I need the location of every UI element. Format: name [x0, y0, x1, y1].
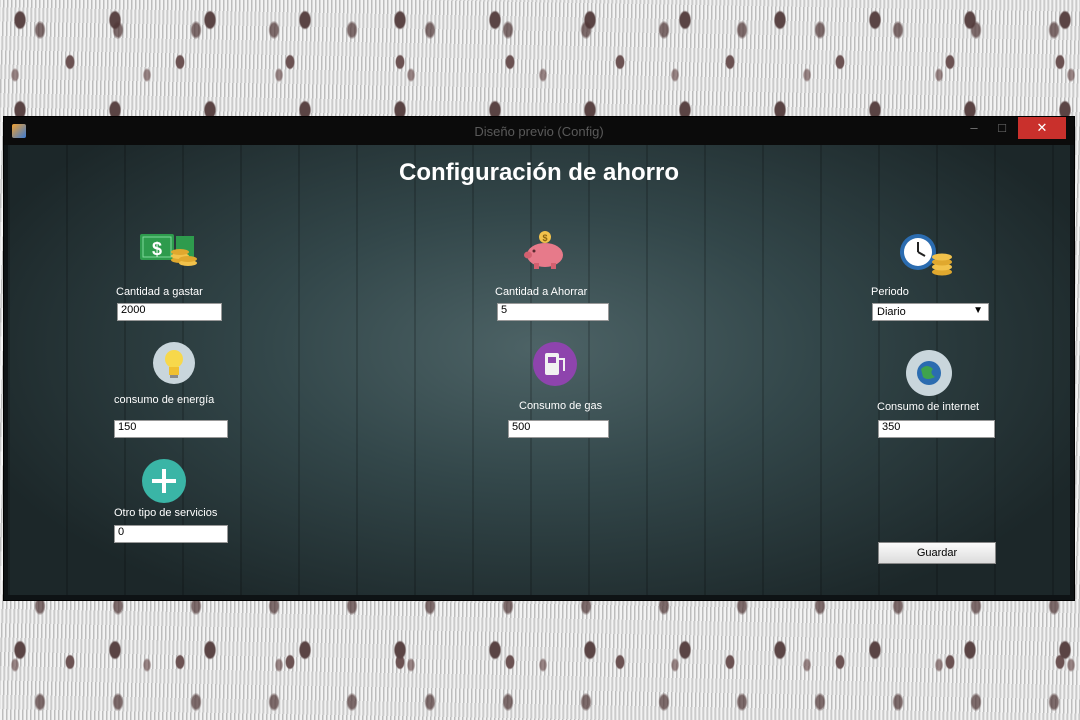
- minimize-button[interactable]: –: [960, 117, 988, 139]
- gas-input[interactable]: 500: [508, 420, 609, 438]
- ahorrar-label: Cantidad a Ahorrar: [495, 286, 588, 298]
- gas-label: Consumo de gas: [519, 400, 603, 412]
- gastar-input[interactable]: 2000: [117, 303, 222, 321]
- globe-icon: [906, 350, 952, 396]
- periodo-label: Periodo: [871, 286, 909, 298]
- lightbulb-icon: [153, 342, 195, 384]
- clock-coins-icon: [900, 234, 952, 276]
- otro-label: Otro tipo de servicios: [114, 507, 218, 519]
- energia-label: consumo de energía: [114, 394, 215, 406]
- close-button[interactable]: ✕: [1018, 117, 1066, 139]
- internet-input[interactable]: 350: [878, 420, 995, 438]
- app-window: Diseño previo (Config) – □ ✕ Configuraci…: [4, 117, 1074, 600]
- title-bar: Diseño previo (Config) – □ ✕: [4, 117, 1074, 145]
- periodo-selected-value: Diario: [877, 306, 906, 318]
- money-coins-icon: $: [140, 234, 197, 266]
- config-panel: Configuración de ahorro $ Cantidad a gas…: [8, 145, 1070, 595]
- piggy-bank-icon: $: [524, 231, 563, 269]
- gas-pump-icon: [533, 342, 577, 386]
- maximize-button[interactable]: □: [988, 117, 1016, 139]
- gastar-label: Cantidad a gastar: [116, 286, 203, 298]
- periodo-select[interactable]: Diario ▼: [872, 303, 989, 321]
- save-button[interactable]: Guardar: [878, 542, 996, 564]
- plus-icon: [142, 459, 186, 503]
- internet-label: Consumo de internet: [877, 401, 980, 413]
- svg-text:$: $: [542, 233, 547, 243]
- chevron-down-icon: ▼: [973, 305, 983, 316]
- page-title: Configuración de ahorro: [398, 159, 679, 186]
- ahorrar-input[interactable]: 5: [497, 303, 609, 321]
- svg-text:$: $: [152, 239, 162, 259]
- energia-input[interactable]: 150: [114, 420, 228, 438]
- window-title: Diseño previo (Config): [474, 124, 604, 139]
- otro-input[interactable]: 0: [114, 525, 228, 543]
